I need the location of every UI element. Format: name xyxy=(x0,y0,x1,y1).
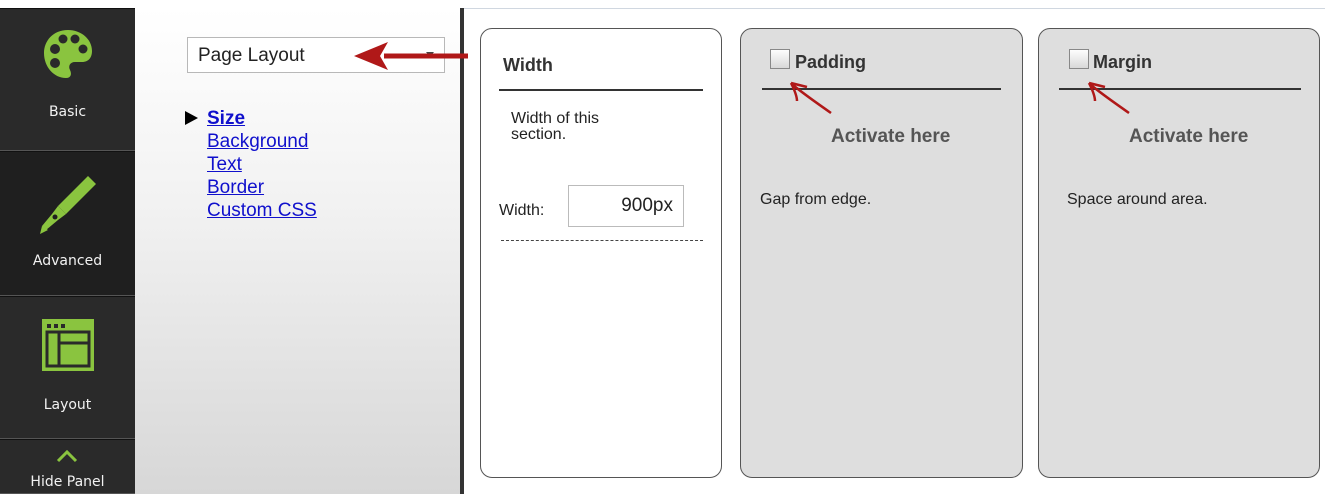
margin-card: Margin Activate here Space around area. xyxy=(1038,28,1320,478)
padding-annotation: Activate here xyxy=(831,126,951,147)
annotation-arrow-icon xyxy=(354,42,468,70)
palette-icon xyxy=(44,30,92,78)
toolbar-advanced[interactable]: Advanced xyxy=(0,151,135,296)
toolbar-basic-label: Basic xyxy=(48,104,87,120)
nav-link-text[interactable]: Text xyxy=(185,153,317,176)
toolbar-basic[interactable]: Basic xyxy=(0,8,135,151)
padding-card: Padding Activate here Gap from edge. xyxy=(740,28,1023,478)
width-input[interactable] xyxy=(568,185,684,227)
nav-link-size[interactable]: Size xyxy=(185,107,317,130)
toolbar: Basic Advanced Layout Hide Panel xyxy=(0,8,135,494)
margin-annotation: Activate here xyxy=(1129,126,1249,147)
nav-link-custom-css[interactable]: Custom CSS xyxy=(185,199,317,222)
layout-icon xyxy=(42,319,94,371)
nav-link-border[interactable]: Border xyxy=(185,176,317,199)
hide-panel-button[interactable]: Hide Panel xyxy=(0,439,135,494)
annotation-arrow-icon xyxy=(789,81,832,115)
padding-card-desc: Gap from edge. xyxy=(760,191,872,208)
settings-panel xyxy=(135,8,460,494)
width-card-title: Width xyxy=(503,55,553,75)
width-card-rule xyxy=(499,89,703,91)
margin-checkbox[interactable] xyxy=(1069,49,1089,69)
toolbar-advanced-label: Advanced xyxy=(32,253,103,269)
pen-icon xyxy=(40,176,96,234)
chevron-up-icon xyxy=(56,449,78,463)
annotation-arrow-icon xyxy=(1087,81,1130,115)
current-marker-icon xyxy=(185,111,198,125)
toolbar-layout[interactable]: Layout xyxy=(0,296,135,439)
dashed-divider xyxy=(501,240,703,241)
margin-card-title: Margin xyxy=(1093,52,1153,72)
padding-checkbox[interactable] xyxy=(770,49,790,69)
width-card-desc: Width of this section. xyxy=(511,110,600,143)
panel-divider xyxy=(460,8,464,494)
settings-nav: Size Background Text Border Custom CSS xyxy=(185,107,317,222)
padding-card-title: Padding xyxy=(795,52,866,72)
section-select-value: Page Layout xyxy=(198,45,305,66)
nav-link-background[interactable]: Background xyxy=(185,130,317,153)
margin-card-desc: Space around area. xyxy=(1067,191,1208,208)
width-field-label: Width: xyxy=(499,202,545,219)
toolbar-layout-label: Layout xyxy=(43,397,92,413)
hide-panel-label: Hide Panel xyxy=(30,474,105,490)
width-card: Width Width of this section. Width: xyxy=(480,28,722,478)
